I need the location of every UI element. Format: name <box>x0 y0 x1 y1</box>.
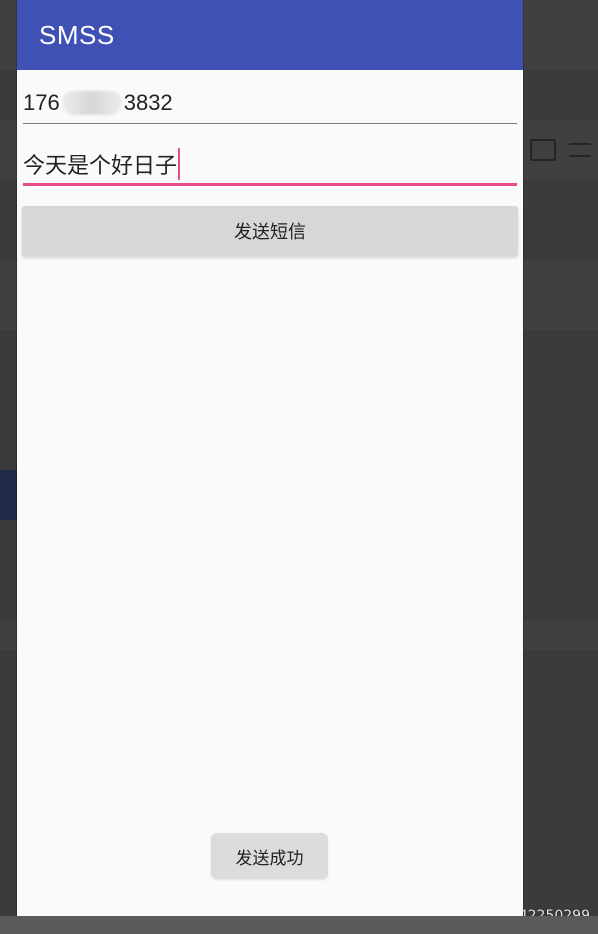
app-title: SMSS <box>39 19 115 50</box>
phone-number-suffix: 3832 <box>123 89 173 115</box>
message-value: 今天是个好日子 <box>23 153 178 179</box>
image-icon <box>529 139 556 161</box>
redacted-phone-digits <box>61 90 122 115</box>
send-sms-button-label: 发送短信 <box>234 222 306 243</box>
message-input[interactable]: 今天是个好日子 <box>23 144 517 186</box>
phone-number-prefix: 176 <box>23 89 60 115</box>
send-sms-button[interactable]: 发送短信 <box>22 206 518 256</box>
toast-text: 发送成功 <box>235 848 304 869</box>
app-bar: SMSS <box>17 0 523 70</box>
text-cursor <box>178 147 181 180</box>
background-toolbar-icons <box>523 130 598 170</box>
toast-message: 发送成功 <box>211 833 328 879</box>
menu-icon <box>569 143 592 157</box>
bottom-navigation-bar <box>0 916 598 934</box>
phone-number-field[interactable]: 176 3832 <box>23 82 517 124</box>
android-emulator-screen: SMSS 176 3832 今天是个好日子 发送短信 发送成功 <box>17 0 523 916</box>
background-panel <box>0 470 17 520</box>
